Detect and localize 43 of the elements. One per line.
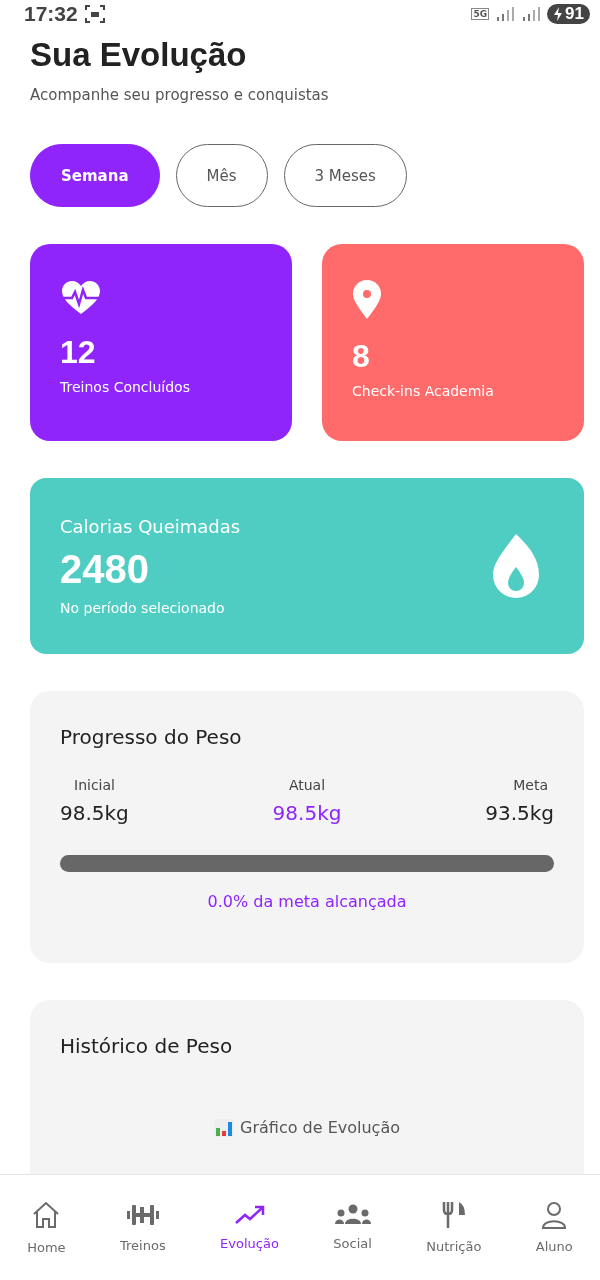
card-title: Histórico de Peso — [60, 1034, 234, 1058]
page-subtitle: Acompanhe seu progresso e conquistas — [30, 86, 330, 104]
signal-icon — [495, 6, 516, 22]
calories-title: Calorias Queimadas — [60, 516, 241, 537]
battery-indicator: 91 — [547, 4, 590, 24]
calories-caption: No período selecionado — [60, 600, 225, 616]
screenshot-icon — [83, 4, 106, 24]
status-time: 17:32 — [24, 2, 78, 26]
location-pin-icon — [352, 280, 382, 320]
stat-value: 8 — [352, 338, 370, 375]
weight-label: Meta — [513, 777, 548, 793]
page-title: Sua Evolução — [30, 36, 248, 74]
stat-value: 12 — [60, 334, 96, 371]
weight-label: Inicial — [74, 777, 115, 793]
network-label: 5G — [471, 8, 490, 20]
people-icon — [333, 1204, 372, 1226]
bar-chart-icon — [214, 1118, 234, 1137]
flame-icon — [492, 533, 540, 599]
weight-label: Atual — [288, 777, 326, 793]
nav-item[interactable]: Home — [25, 1196, 68, 1259]
nav-item[interactable]: Social — [331, 1200, 374, 1255]
signal-icon — [521, 6, 542, 22]
stat-label: Treinos Concluídos — [60, 379, 190, 395]
weight-value: 98.5kg — [60, 801, 129, 825]
heartbeat-icon — [60, 280, 102, 316]
progress-caption: 0.0% da meta alcançada — [207, 892, 407, 911]
period-tab[interactable]: Semana — [30, 144, 160, 207]
nav-item[interactable]: Treinos — [118, 1198, 168, 1257]
dumbbell-icon — [125, 1202, 160, 1228]
period-tab[interactable]: Mês — [175, 144, 268, 207]
nav-item[interactable]: Evolução — [218, 1200, 281, 1255]
chart-caption: Gráfico de Evolução — [240, 1118, 400, 1137]
weight-value: 98.5kg — [272, 801, 342, 825]
calories-value: 2480 — [60, 547, 149, 592]
stat-label: Check-ins Academia — [352, 383, 494, 399]
nav-item[interactable]: Aluno — [533, 1197, 575, 1258]
fork-knife-icon — [440, 1201, 467, 1229]
trend-up-icon — [233, 1204, 266, 1226]
card-title: Progresso do Peso — [60, 725, 243, 749]
weight-value: 93.5kg — [485, 801, 554, 825]
person-icon — [541, 1201, 568, 1229]
nav-item[interactable]: Nutrição — [424, 1197, 484, 1258]
period-tab[interactable]: 3 Meses — [283, 144, 407, 207]
